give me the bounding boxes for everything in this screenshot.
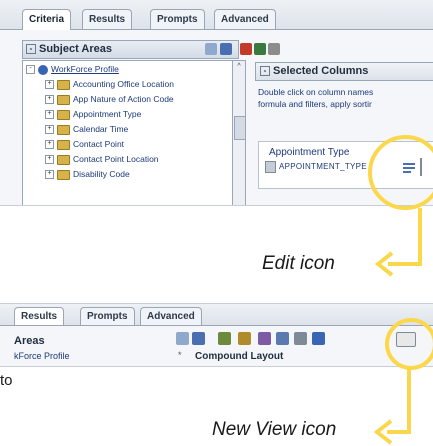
new-view-icon-callout: New View icon: [212, 419, 337, 440]
workforce-globe-icon: [38, 64, 48, 75]
list-item-label: Disability Code: [73, 169, 130, 179]
tab-advanced[interactable]: Advanced: [214, 9, 276, 30]
tree-root-row[interactable]: - WorkForce Profile: [26, 63, 119, 76]
subject-areas-title: Subject Areas: [39, 43, 112, 55]
workforce-label: kForce Profile: [14, 351, 70, 361]
compound-layout-label: Compound Layout: [195, 351, 284, 362]
folder-icon: [57, 94, 70, 105]
column-field-name: APPOINTMENT_TYPE: [279, 162, 367, 171]
callout-arrow-line: [407, 368, 411, 434]
save-icon[interactable]: [312, 332, 325, 345]
tab-results[interactable]: Results: [14, 307, 65, 326]
tab-divider: [0, 325, 433, 326]
expand-icon[interactable]: +: [45, 140, 54, 150]
collapse-icon[interactable]: -: [26, 65, 35, 75]
filter-icon[interactable]: [276, 332, 289, 345]
tab-criteria[interactable]: Criteria: [22, 9, 72, 30]
expand-icon[interactable]: +: [45, 110, 54, 120]
arrow-head-icon: [374, 251, 394, 277]
results-screenshot: Results Prompts Advanced Areas kForce Pr…: [0, 303, 433, 367]
tab-advanced[interactable]: Advanced: [140, 307, 202, 326]
selected-columns-header: - Selected Columns: [255, 62, 433, 81]
help-line: formula and filters, apply sortir: [258, 99, 372, 109]
list-item-label: Contact Point: [73, 139, 125, 149]
list-item-label: Calendar Time: [73, 124, 129, 134]
export-icon[interactable]: [238, 332, 251, 345]
refresh-icon[interactable]: [192, 332, 205, 345]
expand-icon[interactable]: +: [45, 170, 54, 180]
refresh-icon[interactable]: [220, 43, 232, 55]
filter-icon[interactable]: [240, 43, 252, 55]
collapse-icon[interactable]: -: [26, 44, 36, 55]
add-icon[interactable]: [176, 332, 189, 345]
list-item[interactable]: + Disability Code: [45, 168, 130, 181]
edit-icon-highlight-circle: [368, 135, 433, 210]
expand-icon[interactable]: +: [45, 125, 54, 135]
view-icon[interactable]: [258, 332, 271, 345]
scroll-thumb[interactable]: [234, 116, 246, 140]
list-item[interactable]: + App Nature of Action Code: [45, 93, 174, 106]
copy-icon[interactable]: [294, 332, 307, 345]
save-icon[interactable]: [268, 43, 280, 55]
expand-icon[interactable]: +: [45, 95, 54, 105]
required-marker: *: [178, 350, 182, 360]
selected-columns-title: Selected Columns: [273, 65, 369, 77]
arrow-head-icon: [373, 419, 393, 445]
list-item-label: Appointment Type: [73, 109, 142, 119]
edit-icon-callout: Edit icon: [262, 253, 335, 274]
new-view-icon-highlight-circle: [385, 318, 433, 370]
folder-icon: [57, 169, 70, 180]
add-icon[interactable]: [205, 43, 217, 55]
callout-arrow-line: [418, 208, 422, 266]
tree-scrollbar[interactable]: ^: [232, 60, 246, 205]
print-icon[interactable]: [218, 332, 231, 345]
list-item-label: App Nature of Action Code: [73, 94, 174, 104]
list-item[interactable]: + Appointment Type: [45, 108, 141, 121]
folder-icon: [57, 124, 70, 135]
folder-icon: [57, 154, 70, 165]
list-item-label: Accounting Office Location: [73, 79, 174, 89]
expand-icon[interactable]: +: [45, 155, 54, 165]
sort-icon[interactable]: [254, 43, 266, 55]
list-item[interactable]: + Contact Point: [45, 138, 124, 151]
collapse-icon[interactable]: -: [260, 66, 270, 77]
folder-icon: [57, 79, 70, 90]
tab-prompts[interactable]: Prompts: [150, 9, 205, 30]
column-label: Appointment Type: [269, 147, 350, 158]
folder-icon: [57, 109, 70, 120]
list-item[interactable]: + Calendar Time: [45, 123, 128, 136]
folder-icon: [57, 139, 70, 150]
subject-area-tree: - WorkForce Profile + Accounting Office Lo…: [22, 60, 234, 205]
expand-icon[interactable]: +: [45, 80, 54, 90]
help-text: Double click on column names formula and…: [258, 86, 433, 110]
tree-root-label: WorkForce Profile: [51, 64, 119, 74]
tab-bar: [0, 304, 433, 326]
help-line: Double click on column names: [258, 87, 374, 97]
scroll-up-icon[interactable]: ^: [235, 63, 243, 71]
tab-results[interactable]: Results: [82, 9, 133, 30]
list-item[interactable]: + Accounting Office Location: [45, 78, 174, 91]
list-item-label: Contact Point Location: [73, 154, 159, 164]
column-icon: [265, 160, 276, 173]
areas-label: Areas: [14, 335, 45, 347]
partial-text: to: [0, 372, 13, 389]
tab-prompts[interactable]: Prompts: [80, 307, 135, 326]
list-item[interactable]: + Contact Point Location: [45, 153, 159, 166]
